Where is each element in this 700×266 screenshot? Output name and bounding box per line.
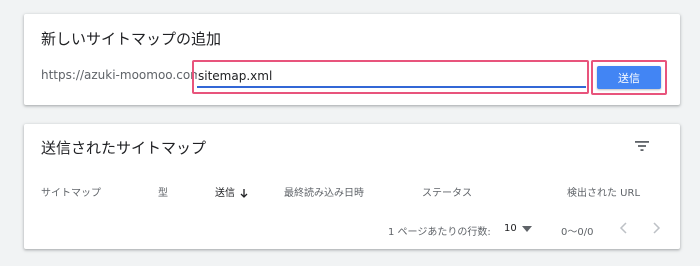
rows-per-page-select[interactable]: 10 [504,223,517,234]
add-sitemap-title: 新しいサイトマップの追加 [41,30,222,48]
sitemap-url-input[interactable] [197,65,586,88]
submitted-sitemaps-title: 送信されたサイトマップ [41,139,207,157]
column-header-status[interactable]: ステータス [422,184,472,199]
column-header-type[interactable]: 型 [158,184,168,199]
dropdown-caret-icon[interactable] [522,226,532,232]
chevron-right-icon[interactable] [651,222,661,234]
rows-per-page-label: 1 ページあたりの行数: [388,227,491,238]
sitemap-input-highlight [192,60,589,94]
submitted-sitemaps-card: 送信されたサイトマップ サイトマップ 型 送信 最終読み込み日時 ステータス 検… [24,124,680,249]
url-prefix: https://azuki-moomoo.com/ [41,68,206,82]
column-header-submitted-label: 送信 [215,188,235,199]
column-header-discovered-urls[interactable]: 検出された URL [567,184,640,199]
submit-button[interactable]: 送信 [597,66,661,89]
column-header-last-read[interactable]: 最終読み込み日時 [284,184,364,199]
add-sitemap-card: 新しいサイトマップの追加 https://azuki-moomoo.com/ 送… [24,14,680,105]
column-header-submitted[interactable]: 送信 [215,184,248,199]
filter-icon[interactable] [634,140,650,152]
column-header-sitemap[interactable]: サイトマップ [41,184,101,199]
chevron-left-icon[interactable] [619,222,629,234]
arrow-down-icon [240,189,248,198]
pagination-range: 0～0/0 [561,227,594,238]
submit-button-highlight: 送信 [591,60,667,95]
